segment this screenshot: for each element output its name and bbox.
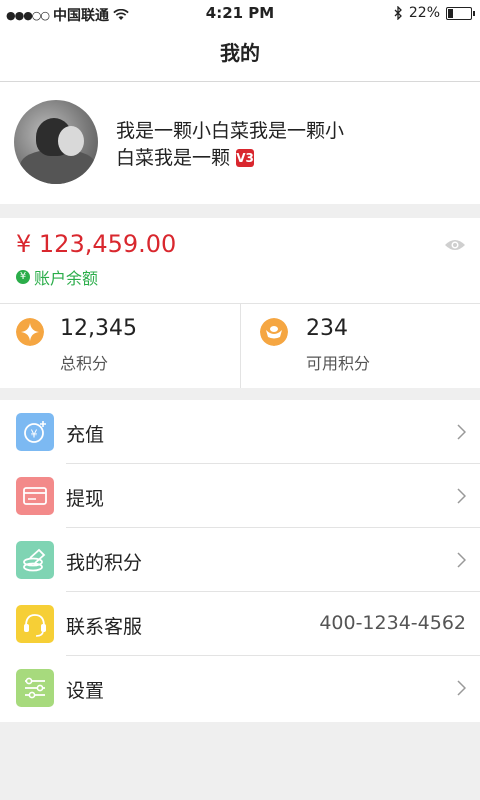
profile-name: 我是一颗小白菜我是一颗小白菜我是一颗 — [116, 120, 345, 169]
page-title: 我的 — [220, 41, 260, 65]
card-icon — [16, 477, 54, 515]
nav-bar: 我的 — [0, 26, 480, 82]
menu-label-my-points: 我的积分 — [66, 552, 143, 574]
yen-coin-icon: ¥ — [16, 413, 54, 451]
total-points-label: 总积分 — [60, 354, 109, 373]
menu-item-my-points[interactable]: 我的积分 — [0, 528, 480, 592]
total-points-cell[interactable]: 12,345 总积分 — [0, 304, 240, 388]
svg-text:¥: ¥ — [31, 428, 38, 441]
menu-label-recharge: 充值 — [66, 424, 105, 446]
available-points-label: 可用积分 — [306, 354, 371, 373]
sliders-icon — [16, 669, 54, 707]
bluetooth-icon — [394, 6, 402, 20]
ingot-icon — [260, 318, 288, 346]
total-points-value: 12,345 — [60, 316, 137, 341]
menu-item-recharge[interactable]: ¥ 充值 — [0, 400, 480, 464]
account-balance[interactable]: ¥ 123,459.00 — [16, 230, 176, 258]
battery-icon — [446, 6, 475, 20]
status-bar: ●●●○○ 中国联通 4:21 PM 22% — [0, 0, 480, 26]
profile-name-block: 我是一颗小白菜我是一颗小白菜我是一颗 V3 — [116, 118, 346, 172]
star-coin-icon — [16, 318, 44, 346]
menu-item-settings[interactable]: 设置 — [0, 656, 480, 720]
chevron-right-icon — [457, 488, 466, 504]
menu-item-withdraw[interactable]: 提现 — [0, 464, 480, 528]
balance-label-row: ¥ 账户余额 — [16, 265, 98, 289]
headset-icon — [16, 605, 54, 643]
menu-label-settings: 设置 — [66, 680, 105, 702]
chevron-right-icon — [457, 424, 466, 440]
battery-percent: 22% — [408, 5, 440, 21]
vip-level-badge: V3 — [236, 149, 255, 167]
yen-circle-icon: ¥ — [16, 270, 30, 284]
menu-label-customer-service: 联系客服 — [66, 616, 143, 638]
menu-list: ¥ 充值 提现 我的积分 联系客服 400-1234-4562 设置 — [0, 400, 480, 722]
menu-item-customer-service[interactable]: 联系客服 400-1234-4562 — [0, 592, 480, 656]
battery-fill — [448, 8, 454, 18]
profile-card[interactable]: 我是一颗小白菜我是一颗小白菜我是一颗 V3 — [0, 82, 480, 204]
available-points-cell[interactable]: 234 可用积分 — [240, 304, 480, 388]
balance-label: 账户余额 — [34, 269, 99, 288]
eye-icon[interactable] — [444, 238, 466, 252]
chevron-right-icon — [457, 680, 466, 696]
coins-stack-icon — [16, 541, 54, 579]
status-right: 22% — [394, 5, 475, 21]
available-points-value: 234 — [306, 316, 348, 341]
avatar[interactable] — [14, 100, 98, 184]
menu-label-withdraw: 提现 — [66, 488, 105, 510]
chevron-right-icon — [457, 552, 466, 568]
customer-service-phone[interactable]: 400-1234-4562 — [319, 612, 466, 634]
wallet-card: ¥ 123,459.00 ¥ 账户余额 12,345 总积分 234 可用积分 — [0, 218, 480, 388]
